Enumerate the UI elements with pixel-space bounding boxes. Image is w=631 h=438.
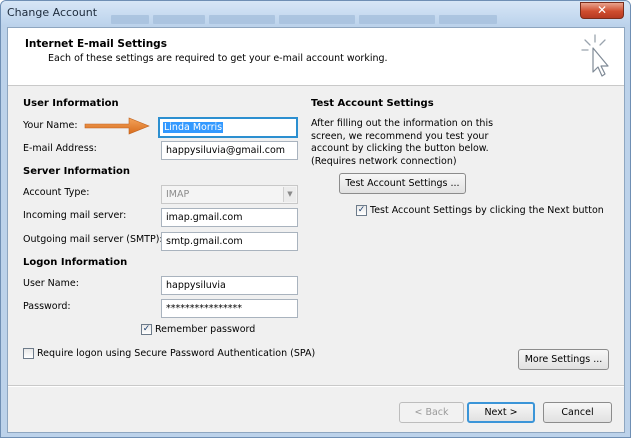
title-bar[interactable]: Change Account ✕	[1, 1, 630, 25]
account-type-label: Account Type:	[23, 187, 90, 198]
more-settings-button[interactable]: More Settings ...	[518, 349, 609, 370]
header-title: Internet E-mail Settings	[25, 38, 167, 50]
change-account-window: Change Account ✕ Internet E-mail Setting…	[0, 0, 631, 438]
outgoing-server-field[interactable]: smtp.gmail.com	[161, 232, 298, 251]
footer-divider	[8, 385, 624, 387]
username-label: User Name:	[23, 278, 79, 289]
dialog-client-area: Internet E-mail Settings Each of these s…	[7, 27, 625, 433]
background-tab-ghost	[153, 15, 205, 24]
user-info-heading: User Information	[23, 98, 119, 109]
chevron-down-icon: ▼	[283, 187, 296, 202]
header-subtitle: Each of these settings are required to g…	[48, 53, 388, 64]
server-info-heading: Server Information	[23, 166, 130, 177]
spa-label: Require logon using Secure Password Auth…	[37, 348, 316, 359]
your-name-value: Linda Morris	[163, 122, 224, 133]
password-field[interactable]: ****************	[161, 299, 298, 318]
remember-password-checkbox[interactable]: ✓	[141, 324, 152, 335]
window-title: Change Account	[7, 6, 98, 19]
email-field[interactable]: happysiluvia@gmail.com	[161, 141, 298, 160]
account-type-value: IMAP	[166, 189, 190, 200]
test-settings-heading: Test Account Settings	[311, 98, 434, 109]
background-tab-ghost	[111, 15, 149, 24]
your-name-label: Your Name:	[23, 120, 78, 131]
remember-password-label: Remember password	[155, 324, 256, 335]
dialog-header: Internet E-mail Settings Each of these s…	[8, 28, 624, 86]
account-type-select[interactable]: IMAP ▼	[161, 185, 298, 204]
close-button[interactable]: ✕	[580, 2, 624, 19]
background-tab-ghost	[359, 15, 435, 24]
background-tab-ghost	[439, 15, 497, 24]
orange-arrow-annotation-icon	[84, 117, 150, 135]
next-button[interactable]: Next >	[467, 402, 535, 423]
test-settings-description: After filling out the information on thi…	[311, 118, 494, 167]
email-label: E-mail Address:	[23, 143, 97, 154]
incoming-server-label: Incoming mail server:	[23, 210, 127, 221]
back-button[interactable]: < Back	[399, 402, 464, 423]
your-name-field[interactable]: Linda Morris	[158, 117, 298, 138]
test-account-settings-button[interactable]: Test Account Settings ...	[339, 173, 466, 194]
cancel-button[interactable]: Cancel	[543, 402, 612, 423]
spa-checkbox[interactable]	[23, 348, 34, 359]
auto-test-label: Test Account Settings by clicking the Ne…	[370, 205, 604, 216]
background-tab-ghost	[279, 15, 355, 24]
auto-test-checkbox[interactable]: ✓	[356, 205, 367, 216]
password-label: Password:	[23, 301, 71, 312]
cursor-click-icon	[581, 34, 609, 77]
incoming-server-field[interactable]: imap.gmail.com	[161, 208, 298, 227]
outgoing-server-label: Outgoing mail server (SMTP):	[23, 234, 163, 245]
logon-info-heading: Logon Information	[23, 257, 128, 268]
username-field[interactable]: happysiluvia	[161, 276, 298, 295]
background-tab-ghost	[209, 15, 275, 24]
close-icon: ✕	[596, 3, 608, 17]
